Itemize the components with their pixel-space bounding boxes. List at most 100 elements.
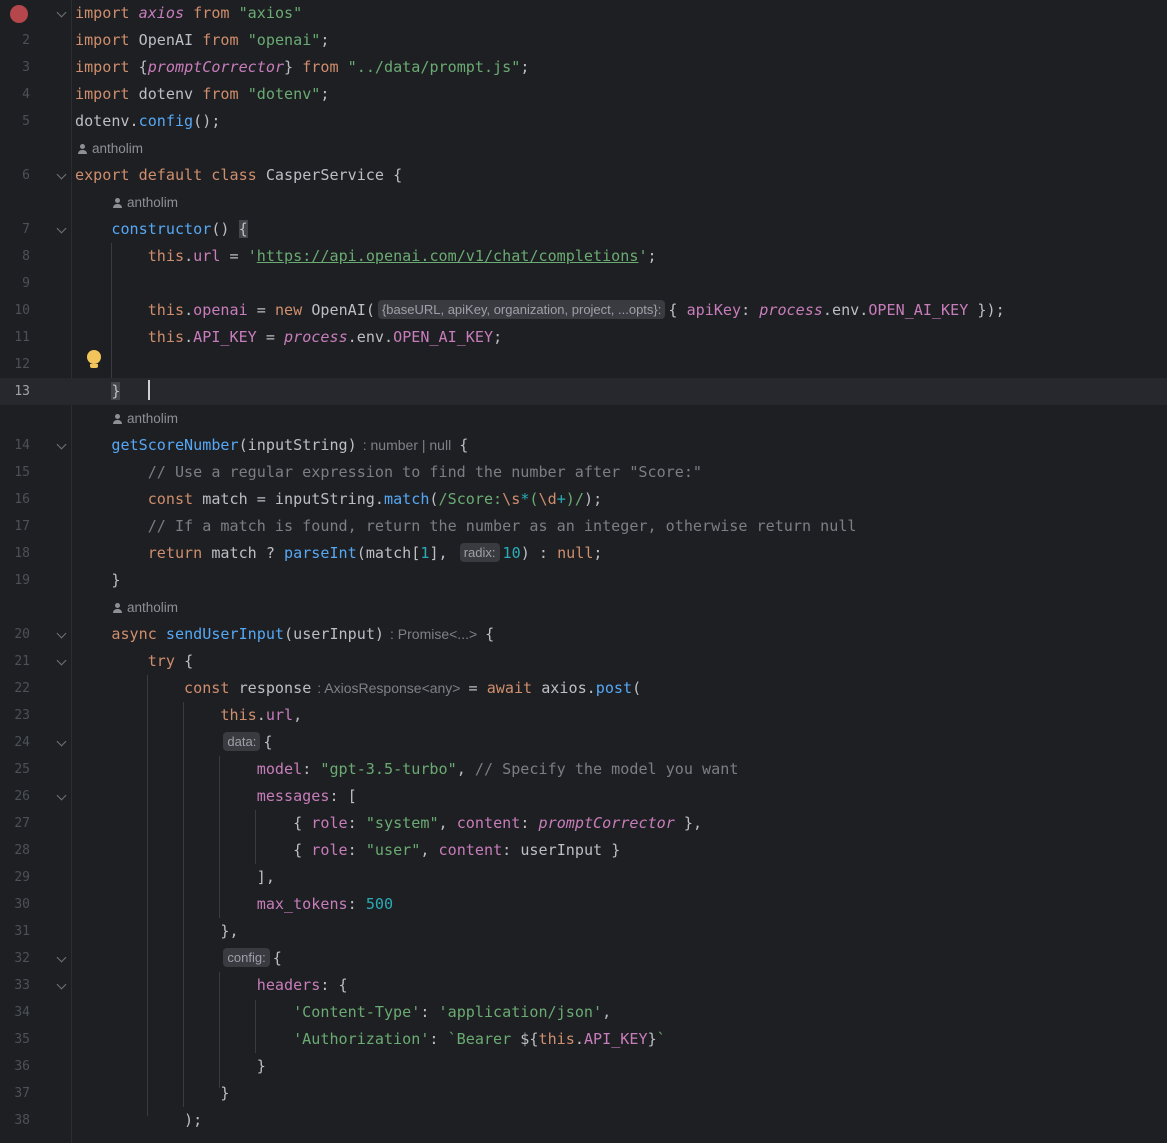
line-number[interactable]: 4 (0, 81, 30, 108)
code-line[interactable]: 28 { role: "user", content: userInput } (0, 837, 1167, 864)
line-number[interactable]: 8 (0, 243, 30, 270)
fold-chevron-icon[interactable] (58, 441, 65, 448)
line-number[interactable]: 36 (0, 1053, 30, 1080)
code-text[interactable]: this.url, (75, 702, 302, 729)
fold-chevron-icon[interactable] (58, 171, 65, 178)
code-text[interactable]: max_tokens: 500 (75, 891, 393, 918)
line-number[interactable]: 22 (0, 675, 30, 702)
code-text[interactable]: export default class CasperService { (75, 162, 402, 189)
line-number[interactable]: 12 (0, 351, 30, 378)
code-text[interactable]: { role: "user", content: userInput } (75, 837, 620, 864)
code-text[interactable]: messages: [ (75, 783, 357, 810)
author-hint[interactable]: antholim (0, 594, 1167, 621)
fold-chevron-icon[interactable] (58, 657, 65, 664)
code-line[interactable]: 3 import {promptCorrector} from "../data/… (0, 54, 1167, 81)
code-text[interactable]: } (75, 1053, 266, 1080)
line-number[interactable]: 35 (0, 1026, 30, 1053)
code-text[interactable]: // Use a regular expression to find the … (75, 459, 702, 486)
breakpoint-icon[interactable] (10, 5, 28, 23)
line-number[interactable]: 3 (0, 54, 30, 81)
line-number[interactable]: 19 (0, 567, 30, 594)
code-text[interactable]: ], (75, 864, 275, 891)
code-text[interactable]: constructor() { (75, 216, 248, 243)
code-line[interactable]: 31 }, (0, 918, 1167, 945)
code-line[interactable]: 29 ], (0, 864, 1167, 891)
line-number[interactable]: 34 (0, 999, 30, 1026)
code-text[interactable]: // If a match is found, return the numbe… (75, 513, 857, 540)
author-hint[interactable]: antholim (0, 135, 1167, 162)
code-line[interactable]: 26 messages: [ (0, 783, 1167, 810)
line-number[interactable]: 5 (0, 108, 30, 135)
code-line[interactable]: 23 this.url, (0, 702, 1167, 729)
line-number[interactable]: 16 (0, 486, 30, 513)
code-line[interactable]: 30 max_tokens: 500 (0, 891, 1167, 918)
line-number[interactable]: 24 (0, 729, 30, 756)
code-line[interactable]: 6 export default class CasperService { (0, 162, 1167, 189)
code-line[interactable]: import axios from "axios" (0, 0, 1167, 27)
code-line[interactable]: 14 getScoreNumber(inputString): number |… (0, 432, 1167, 459)
code-line[interactable]: 32 config:{ (0, 945, 1167, 972)
fold-chevron-icon[interactable] (58, 792, 65, 799)
code-line[interactable]: 15 // Use a regular expression to find t… (0, 459, 1167, 486)
line-number[interactable]: 10 (0, 297, 30, 324)
code-line[interactable]: 25 model: "gpt-3.5-turbo", // Specify th… (0, 756, 1167, 783)
code-text[interactable]: import axios from "axios" (75, 0, 302, 27)
code-line[interactable]: 10 this.openai = new OpenAI({baseURL, ap… (0, 297, 1167, 324)
code-line[interactable]: 12 (0, 351, 1167, 378)
line-number[interactable]: 14 (0, 432, 30, 459)
line-number[interactable]: 30 (0, 891, 30, 918)
line-number[interactable]: 15 (0, 459, 30, 486)
code-text[interactable]: 'Content-Type': 'application/json', (75, 999, 611, 1026)
code-line[interactable]: 4 import dotenv from "dotenv"; (0, 81, 1167, 108)
line-number[interactable]: 23 (0, 702, 30, 729)
line-number[interactable]: 6 (0, 162, 30, 189)
line-number[interactable]: 25 (0, 756, 30, 783)
code-text[interactable]: config:{ (75, 945, 282, 972)
code-line[interactable]: 20 async sendUserInput(userInput): Promi… (0, 621, 1167, 648)
code-line[interactable]: 33 headers: { (0, 972, 1167, 999)
code-text[interactable]: getScoreNumber(inputString): number | nu… (75, 432, 468, 459)
line-number[interactable]: 33 (0, 972, 30, 999)
fold-chevron-icon[interactable] (58, 9, 65, 16)
code-text[interactable]: async sendUserInput(userInput): Promise<… (75, 621, 494, 648)
code-line[interactable]: 17 // If a match is found, return the nu… (0, 513, 1167, 540)
line-number[interactable]: 27 (0, 810, 30, 837)
line-number[interactable]: 31 (0, 918, 30, 945)
line-number[interactable]: 38 (0, 1107, 30, 1134)
line-number[interactable]: 18 (0, 540, 30, 567)
line-number[interactable]: 29 (0, 864, 30, 891)
author-hint[interactable]: antholim (0, 405, 1167, 432)
line-number[interactable]: 20 (0, 621, 30, 648)
code-line[interactable]: 34 'Content-Type': 'application/json', (0, 999, 1167, 1026)
line-number[interactable]: 2 (0, 27, 30, 54)
code-line[interactable]: 11 this.API_KEY = process.env.OPEN_AI_KE… (0, 324, 1167, 351)
code-line[interactable]: 9 (0, 270, 1167, 297)
line-number[interactable]: 7 (0, 216, 30, 243)
code-line[interactable]: 38 ); (0, 1107, 1167, 1134)
fold-chevron-icon[interactable] (58, 954, 65, 961)
code-text[interactable]: try { (75, 648, 193, 675)
code-text[interactable]: } (75, 378, 150, 405)
code-text[interactable]: dotenv.config(); (75, 108, 220, 135)
code-line[interactable]: 24 data:{ (0, 729, 1167, 756)
code-editor[interactable]: import axios from "axios" 2 import OpenAI … (0, 0, 1167, 1143)
code-line[interactable]: 13 } (0, 378, 1167, 405)
code-text[interactable]: ); (75, 1107, 202, 1134)
line-number[interactable]: 9 (0, 270, 30, 297)
code-text[interactable]: const match = inputString.match(/Score:\… (75, 486, 602, 513)
lightbulb-icon[interactable] (86, 350, 102, 370)
code-line[interactable]: 2 import OpenAI from "openai"; (0, 27, 1167, 54)
code-text[interactable]: }, (75, 918, 238, 945)
fold-chevron-icon[interactable] (58, 738, 65, 745)
fold-chevron-icon[interactable] (58, 981, 65, 988)
code-line[interactable]: 27 { role: "system", content: promptCorr… (0, 810, 1167, 837)
code-line[interactable]: 7 constructor() { (0, 216, 1167, 243)
code-text[interactable]: return match ? parseInt(match[1], radix:… (75, 540, 603, 567)
code-line[interactable]: 37 } (0, 1080, 1167, 1107)
line-number[interactable]: 28 (0, 837, 30, 864)
code-text[interactable]: import OpenAI from "openai"; (75, 27, 329, 54)
code-line[interactable]: 21 try { (0, 648, 1167, 675)
line-number[interactable]: 13 (0, 378, 30, 405)
code-text[interactable]: 'Authorization': `Bearer ${this.API_KEY}… (75, 1026, 666, 1053)
line-number[interactable]: 32 (0, 945, 30, 972)
